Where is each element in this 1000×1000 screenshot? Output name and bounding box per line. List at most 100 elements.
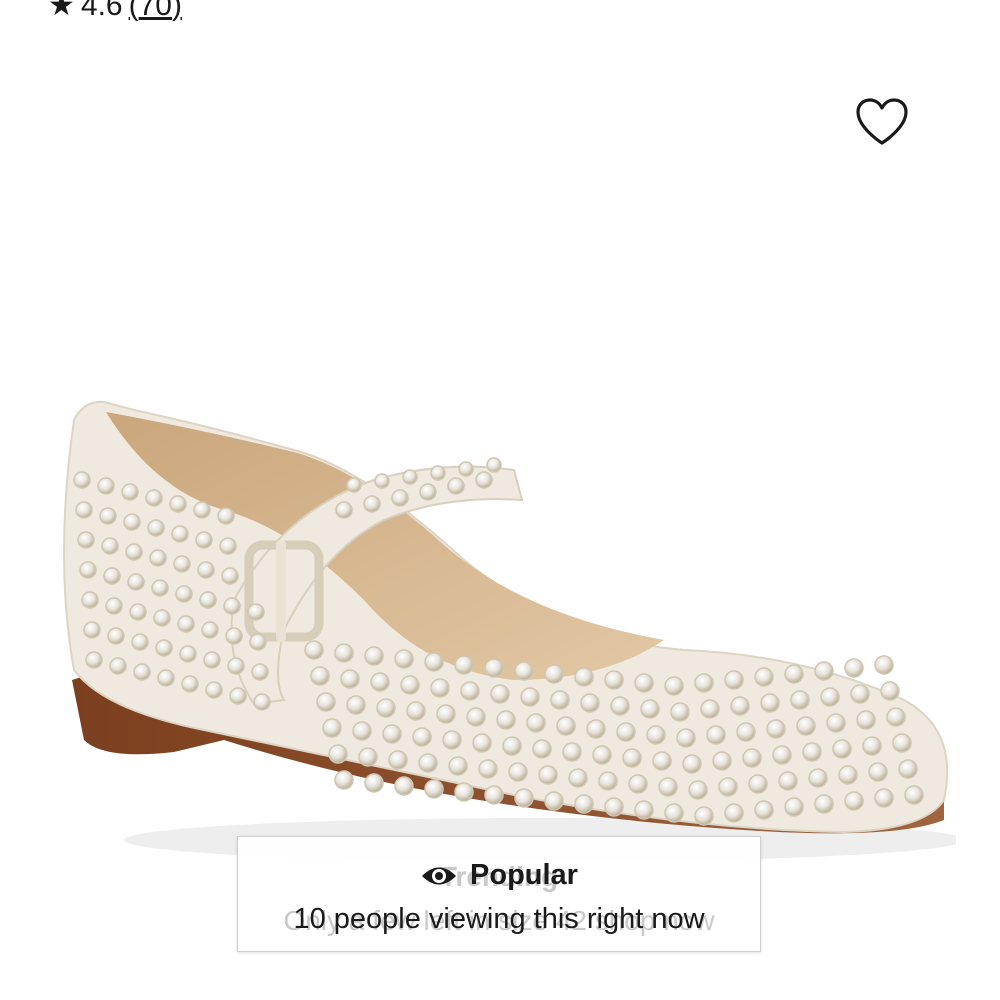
- crystal-stud: [217, 507, 235, 525]
- crystal-stud: [610, 696, 630, 716]
- crystal-stud: [880, 681, 900, 701]
- crystal-stud: [724, 670, 744, 690]
- crystal-stud: [844, 791, 864, 811]
- crystal-stud: [147, 519, 165, 537]
- crystal-stud: [75, 501, 93, 519]
- crystal-stud: [81, 591, 99, 609]
- crystal-stud: [850, 684, 870, 704]
- crystal-stud: [580, 693, 600, 713]
- crystal-stud: [688, 780, 708, 800]
- shoe-buckle-pin: [276, 540, 286, 642]
- crystal-stud: [247, 603, 265, 621]
- rating-count-link[interactable]: (70): [129, 0, 182, 24]
- crystal-stud: [316, 692, 336, 712]
- crystal-stud: [886, 707, 906, 727]
- crystal-stud: [604, 670, 624, 690]
- crystal-stud: [490, 684, 510, 704]
- crystal-stud: [532, 739, 552, 759]
- crystal-stud: [382, 724, 402, 744]
- crystal-stud: [109, 657, 127, 675]
- crystal-stud: [754, 667, 774, 687]
- crystal-stud: [205, 681, 223, 699]
- crystal-stud: [374, 473, 390, 489]
- crystal-stud: [760, 693, 780, 713]
- crystal-stud: [796, 716, 816, 736]
- crystal-stud: [173, 555, 191, 573]
- crystal-stud: [556, 716, 576, 736]
- crystal-stud: [496, 710, 516, 730]
- crystal-stud: [454, 655, 474, 675]
- crystal-stud: [844, 658, 864, 678]
- crystal-stud: [442, 730, 462, 750]
- crystal-stud: [171, 525, 189, 543]
- crystal-stud: [352, 721, 372, 741]
- crystal-stud: [814, 794, 834, 814]
- crystal-stud: [454, 782, 474, 802]
- crystal-stud: [706, 725, 726, 745]
- toast-subtitle: 10 people viewing this right now: [293, 903, 705, 935]
- crystal-stud: [424, 779, 444, 799]
- crystal-stud: [430, 678, 450, 698]
- crystal-stud: [658, 777, 678, 797]
- crystal-stud: [388, 750, 408, 770]
- crystal-stud: [225, 627, 243, 645]
- crystal-stud: [334, 770, 354, 790]
- crystal-stud: [364, 646, 384, 666]
- crystal-stud: [157, 669, 175, 687]
- crystal-stud: [670, 702, 690, 722]
- crystal-stud: [604, 797, 624, 817]
- crystal-stud: [229, 687, 247, 705]
- crystal-stud: [652, 751, 672, 771]
- rating-count-open: (: [128, 0, 139, 22]
- crystal-stud: [508, 762, 528, 782]
- crystal-stud: [253, 693, 271, 711]
- crystal-stud: [153, 609, 171, 627]
- crystal-stud: [197, 561, 215, 579]
- crystal-stud: [203, 651, 221, 669]
- crystal-stud: [412, 727, 432, 747]
- crystal-stud: [376, 698, 396, 718]
- toast-title: Popular: [470, 859, 578, 891]
- crystal-stud: [448, 756, 468, 776]
- crystal-stud: [97, 477, 115, 495]
- crystal-stud: [155, 639, 173, 657]
- crystal-stud: [574, 794, 594, 814]
- rating-star-icon: ★: [48, 0, 75, 22]
- crystal-stud: [622, 748, 642, 768]
- crystal-stud: [227, 657, 245, 675]
- crystal-stud: [103, 567, 121, 585]
- crystal-stud: [83, 621, 101, 639]
- crystal-stud: [123, 513, 141, 531]
- crystal-stud: [181, 675, 199, 693]
- crystal-stud: [634, 673, 654, 693]
- crystal-stud: [664, 803, 684, 823]
- crystal-stud: [85, 651, 103, 669]
- crystal-stud: [586, 719, 606, 739]
- crystal-stud: [676, 728, 696, 748]
- crystal-stud: [790, 690, 810, 710]
- crystal-stud: [219, 537, 237, 555]
- crystal-stud: [335, 501, 353, 519]
- crystal-stud: [862, 736, 882, 756]
- crystal-stud: [370, 672, 390, 692]
- crystal-stud: [742, 748, 762, 768]
- crystal-stud: [868, 762, 888, 782]
- crystal-stud: [874, 788, 894, 808]
- crystal-stud: [616, 722, 636, 742]
- crystal-stud: [628, 774, 648, 794]
- heart-outline-icon: [856, 98, 908, 145]
- popular-notification: Trending Only a few left in size 42 shop…: [237, 836, 761, 952]
- crystal-stud: [77, 531, 95, 549]
- crystal-stud: [346, 477, 362, 493]
- crystal-stud: [436, 704, 456, 724]
- crystal-stud: [460, 681, 480, 701]
- crystal-stud: [129, 603, 147, 621]
- crystal-stud: [458, 461, 474, 477]
- crystal-stud: [814, 661, 834, 681]
- crystal-stud: [682, 754, 702, 774]
- wishlist-button[interactable]: [846, 90, 918, 154]
- crystal-stud: [874, 655, 894, 675]
- crystal-stud: [486, 457, 502, 473]
- crystal-stud: [394, 776, 414, 796]
- rating-value: 4.6: [80, 0, 123, 22]
